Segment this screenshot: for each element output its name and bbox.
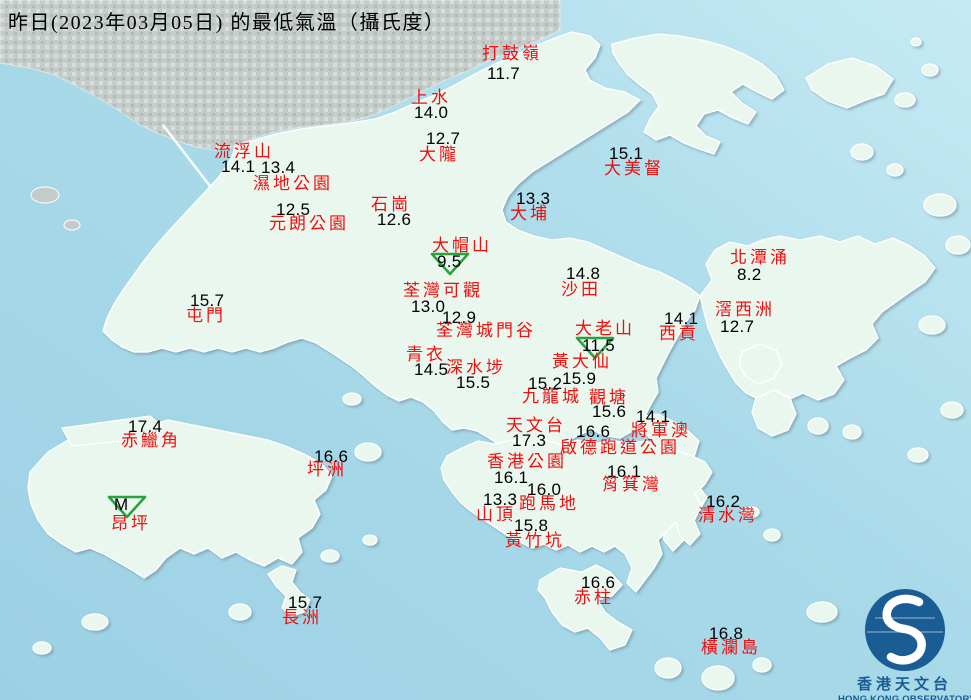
station-value-label: 13.0	[411, 297, 446, 316]
station-name-label: 清水灣	[698, 506, 758, 525]
station-name-label: 上水	[411, 88, 451, 107]
station-value-label: 9.5	[437, 252, 462, 271]
station-name-label: 天文台	[506, 416, 566, 435]
station-name-label: 大美督	[604, 159, 664, 178]
station-name-label: 滘西洲	[715, 300, 775, 319]
min-temperature-map-page: 昨日(2023年03月05日) 的最低氣溫（攝氏度） 11.7 打鼓嶺 14.0…	[0, 0, 971, 700]
station-name-label: 九龍城	[522, 387, 582, 406]
station-name-label: 大帽山	[432, 236, 492, 255]
station-value-label: 16.1	[494, 468, 529, 487]
station-name-label: 跑馬地	[519, 494, 579, 513]
station-value-label: 14.1	[221, 157, 256, 176]
station-name-label: 沙田	[561, 280, 601, 299]
station-name-label: 黃竹坑	[505, 531, 565, 550]
station-value-label: 12.6	[377, 210, 412, 229]
station-name-label: 元朗公園	[269, 214, 349, 233]
station-name-label: 荃灣可觀	[403, 281, 483, 300]
station-value-label: 14.5	[414, 360, 449, 379]
station-name-label: 觀塘	[589, 388, 629, 407]
hko-logo-english-name: HONG KONG OBSERVATORY	[838, 694, 971, 700]
station-name-label: 青衣	[406, 345, 446, 364]
station-name-label: 昂坪	[111, 514, 151, 533]
station-name-label: 大老山	[575, 319, 635, 338]
station-name-label: 筲箕灣	[602, 475, 662, 494]
station-name-label: 大埔	[510, 204, 550, 223]
hko-logo-chinese-name: 香港天文台	[856, 676, 952, 693]
station-value-label: M	[114, 495, 129, 514]
station-name-label: 坪洲	[307, 460, 347, 479]
station-value-label: 8.2	[737, 265, 762, 284]
hko-logo: 香港天文台 HONG KONG OBSERVATORY	[838, 560, 971, 700]
station-layer: 11.7 打鼓嶺 14.0 上水 12.7 大隴 14.1 流浮山 13.4 濕…	[0, 0, 971, 700]
station-name-label: 打鼓嶺	[482, 44, 542, 63]
station-name-label: 長洲	[282, 608, 322, 627]
station-name-label: 屯門	[186, 306, 226, 325]
station-name-label: 將軍澳	[631, 421, 691, 440]
station-name-label: 深水埗	[446, 358, 506, 377]
station-name-label: 啟德跑道公園	[560, 438, 680, 457]
station-name-label: 山頂	[476, 505, 516, 524]
station-name-label: 赤柱	[574, 588, 614, 607]
station-name-label: 赤鱲角	[121, 431, 181, 450]
station-name-label: 大隴	[419, 145, 459, 164]
station-name-label: 橫瀾島	[701, 638, 761, 657]
station-name-label: 北潭涌	[730, 248, 790, 267]
station-value-label: 17.3	[512, 431, 547, 450]
station-name-label: 荃灣城門谷	[436, 321, 536, 340]
station-value-label: 14.0	[414, 103, 449, 122]
station-name-label: 香港公園	[487, 452, 567, 471]
hko-logo-emblem	[864, 589, 945, 671]
station-name-label: 石崗	[371, 195, 411, 214]
station-name-label: 西貢	[659, 324, 699, 343]
station-value-label: 15.5	[456, 373, 491, 392]
station-value-label: 11.7	[487, 64, 521, 83]
station-name-label: 黃大仙	[552, 352, 612, 371]
station-name-label: 濕地公園	[253, 174, 333, 193]
station-value-label: 15.9	[562, 369, 597, 388]
station-value-label: 12.7	[720, 317, 755, 336]
